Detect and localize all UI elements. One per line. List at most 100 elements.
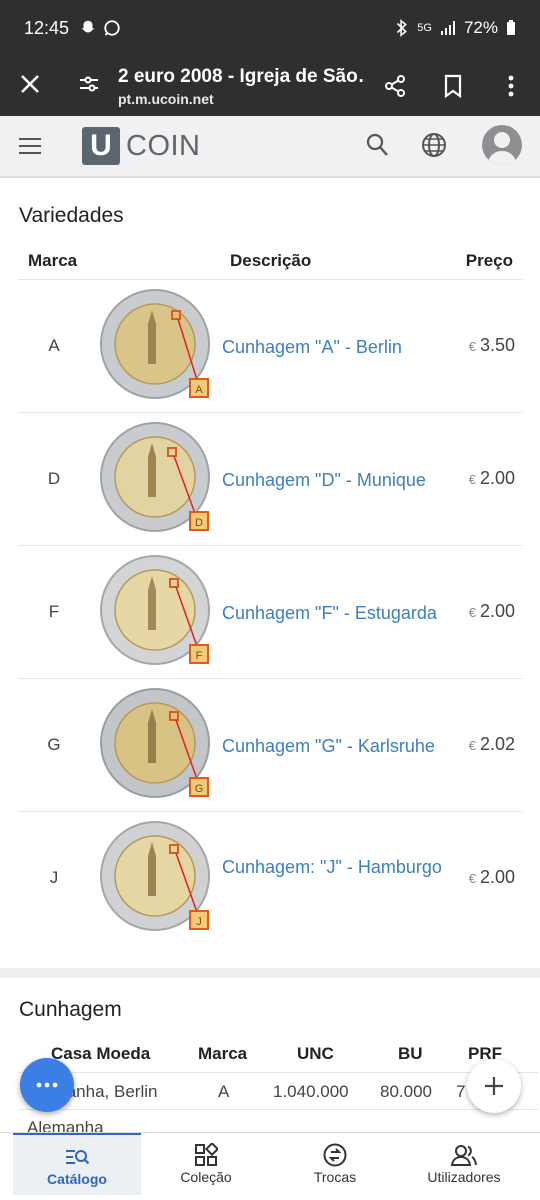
nav-trades[interactable]: Trocas: [271, 1133, 399, 1195]
variety-row[interactable]: A A Cunhagem "A" - Berlin €3.50: [18, 280, 523, 413]
ucoin-logo[interactable]: U COIN: [82, 127, 201, 165]
variety-mark: G: [47, 735, 61, 754]
network-type: 5G: [417, 22, 432, 34]
variety-description-link[interactable]: Cunhagem "F" - Estugarda: [222, 602, 452, 624]
logo-text: COIN: [126, 129, 201, 162]
nav-label: Trocas: [313, 1169, 357, 1185]
nav-collection[interactable]: Coleção: [142, 1133, 270, 1195]
variety-price: €2.00: [469, 601, 515, 622]
nav-label: Coleção: [180, 1169, 232, 1185]
price-value: 2.00: [479, 867, 515, 887]
mintage-row: Alemanha, Berlin A 1.040.000 80.000 7: [18, 1072, 538, 1110]
globe-icon: [422, 133, 446, 157]
bluetooth-icon: [397, 19, 408, 37]
header-bu: BU: [398, 1044, 423, 1063]
coin-image[interactable]: J: [100, 821, 214, 935]
swap-icon: [323, 1143, 347, 1167]
header-mint: Casa Moeda: [51, 1044, 151, 1063]
menu-button[interactable]: [0, 137, 60, 155]
share-icon: [385, 75, 405, 97]
more-actions-fab[interactable]: [20, 1058, 74, 1112]
variety-row[interactable]: G G Cunhagem "G" - Karlsruhe €2.02: [18, 679, 523, 812]
mintage-title: Cunhagem: [19, 998, 122, 1021]
browser-toolbar: 2 euro 2008 - Igreja de São Miguel pt.m.…: [0, 56, 540, 116]
nav-label: Catálogo: [47, 1171, 107, 1187]
site-settings-button[interactable]: [60, 73, 118, 100]
nav-label: Utilizadores: [427, 1169, 501, 1185]
svg-text:A: A: [195, 384, 203, 396]
header-unc: UNC: [297, 1044, 334, 1063]
bottom-navigation: Catálogo Coleção Trocas Utilizadores: [0, 1132, 540, 1200]
currency-symbol: €: [468, 339, 476, 354]
status-bar: 12:45 5G 72%: [0, 0, 540, 56]
collection-grid-icon: [195, 1143, 218, 1166]
varieties-header-row: Marca Descrição Preço: [18, 242, 523, 280]
header-mark: Marca: [198, 1044, 248, 1063]
hamburger-icon: [19, 138, 41, 154]
add-fab[interactable]: [467, 1059, 521, 1113]
page-info[interactable]: 2 euro 2008 - Igreja de São Miguel pt.m.…: [118, 66, 366, 107]
variety-row[interactable]: J J Cunhagem: "J" - Hamburgo €2.00: [18, 812, 523, 945]
variety-description-link[interactable]: Cunhagem "G" - Karlsruhe: [222, 735, 452, 757]
svg-text:D: D: [195, 517, 203, 529]
header-mark: Marca: [28, 250, 78, 270]
variety-price: €2.00: [469, 867, 515, 888]
more-options-button[interactable]: [482, 75, 540, 97]
variety-mark: F: [48, 602, 60, 621]
price-value: 2.00: [479, 601, 515, 621]
variety-mark: J: [49, 868, 59, 887]
status-time: 12:45: [24, 17, 70, 38]
signal-icon: [440, 21, 455, 35]
site-header: U COIN: [0, 116, 540, 178]
plus-icon: [485, 1077, 503, 1095]
whatsapp-icon: [104, 20, 120, 36]
language-button[interactable]: [421, 132, 447, 163]
nav-users[interactable]: Utilizadores: [400, 1133, 528, 1195]
variety-mark: A: [48, 336, 60, 355]
variety-price: €2.00: [469, 468, 515, 489]
close-tab-button[interactable]: [0, 73, 60, 100]
variety-row[interactable]: F F Cunhagem "F" - Estugarda €2.00: [18, 546, 523, 679]
price-value: 2.02: [479, 734, 515, 754]
mintage-header-row: Casa Moeda Marca UNC BU PRF: [18, 1040, 538, 1070]
coin-image[interactable]: F: [100, 555, 214, 669]
currency-symbol: €: [468, 871, 476, 886]
section-divider: [0, 968, 540, 978]
mint-mark: A: [218, 1082, 230, 1101]
header-description: Descrição: [230, 250, 312, 270]
price-value: 3.50: [479, 335, 515, 355]
page-title: 2 euro 2008 - Igreja de São Miguel: [118, 65, 366, 87]
user-avatar[interactable]: [482, 125, 522, 165]
svg-text:F: F: [196, 650, 203, 662]
variety-row[interactable]: D D Cunhagem "D" - Munique €2.00: [18, 413, 523, 546]
variety-price: €3.50: [469, 335, 515, 356]
tune-icon: [80, 76, 98, 91]
logo-mark: U: [82, 127, 120, 165]
users-icon: [450, 1145, 477, 1166]
coin-image[interactable]: A: [100, 289, 214, 403]
share-button[interactable]: [366, 74, 424, 98]
snapchat-icon: [81, 20, 95, 33]
currency-symbol: €: [468, 472, 476, 487]
person-icon: [487, 132, 517, 165]
more-vert-icon: [508, 75, 514, 97]
variety-description-link[interactable]: Cunhagem "A" - Berlin: [222, 336, 452, 358]
price-value: 2.00: [479, 468, 515, 488]
variety-description-link[interactable]: Cunhagem: "J" - Hamburgo: [222, 856, 452, 878]
nav-catalog[interactable]: Catálogo: [13, 1133, 141, 1195]
mint-bu: 80.000: [380, 1082, 432, 1101]
svg-text:J: J: [196, 916, 202, 928]
coin-image[interactable]: D: [100, 422, 214, 536]
svg-text:G: G: [195, 783, 204, 795]
variety-price: €2.02: [469, 734, 515, 755]
search-button[interactable]: [365, 132, 389, 163]
status-notification-icons: [79, 19, 121, 37]
variety-description-link[interactable]: Cunhagem "D" - Munique: [222, 469, 452, 491]
battery-percent: 72%: [463, 18, 498, 37]
header-price: Preço: [465, 250, 513, 270]
search-icon: [366, 133, 388, 156]
coin-image[interactable]: G: [100, 688, 214, 802]
bookmark-button[interactable]: [424, 74, 482, 98]
mint-unc: 1.040.000: [273, 1082, 349, 1101]
battery-icon: [507, 20, 515, 35]
